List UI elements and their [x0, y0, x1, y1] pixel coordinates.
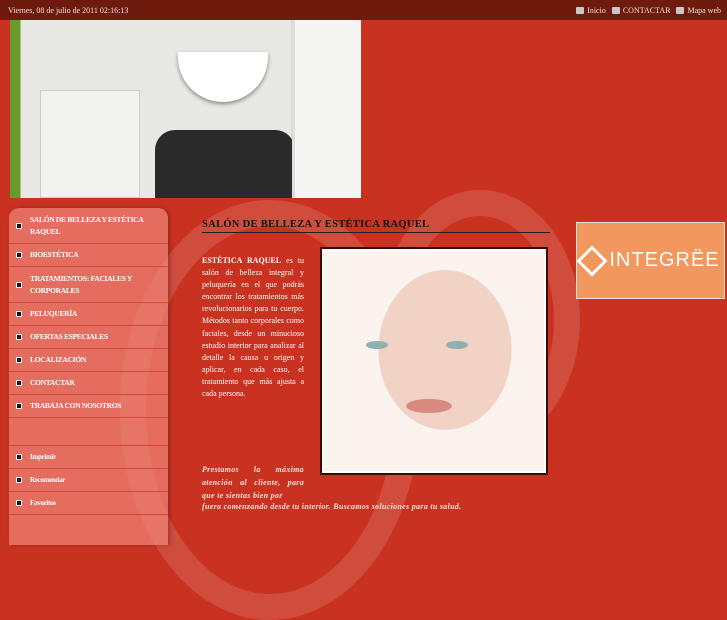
sitemap-link[interactable]: Mapa web	[676, 6, 721, 15]
home-icon	[576, 6, 585, 14]
bullet-icon	[16, 403, 22, 409]
favorites-link[interactable]: Favoritos	[9, 492, 168, 515]
slogan-text-continued: fuera comenzando desde tu interior. Busc…	[202, 502, 462, 511]
integree-banner[interactable]: INTEGRËE	[576, 222, 725, 299]
menu-item-bioestetica[interactable]: BIOESTÉTICA	[9, 244, 168, 267]
bullet-icon	[16, 454, 22, 460]
bullet-icon	[16, 477, 22, 483]
menu-item-salon[interactable]: SALÓN DE BELLEZA Y ESTÉTICA RAQUEL	[9, 208, 168, 244]
menu-item-tratamientos[interactable]: TRATAMIENTOS: FACIALES Y CORPORALES	[9, 267, 168, 303]
recommend-link[interactable]: Recomendar	[9, 469, 168, 492]
sidebar-menu: SALÓN DE BELLEZA Y ESTÉTICA RAQUEL BIOES…	[9, 208, 168, 545]
portrait-image	[320, 247, 548, 475]
date-time: Viernes, 08 de julio de 2011 02:16:13	[8, 5, 129, 15]
menu-item-localizacion[interactable]: LOCALIZACIÓN	[9, 349, 168, 372]
print-link[interactable]: Imprimir	[9, 446, 168, 469]
intro-body: es tu salón de belleza integral y peluqu…	[202, 256, 304, 399]
menu-item-contactar[interactable]: CONTACTAR	[9, 372, 168, 395]
top-bar: Viernes, 08 de julio de 2011 02:16:13 In…	[0, 0, 727, 20]
bullet-icon	[16, 500, 22, 506]
intro-text: ESTÉTICA RAQUEL es tu salón de belleza i…	[202, 255, 304, 400]
salon-photo	[10, 20, 361, 198]
page-title: SALÓN DE BELLEZA Y ESTÉTICA RAQUEL	[202, 219, 550, 233]
menu-divider	[9, 418, 168, 446]
integree-logo-icon	[576, 244, 608, 277]
menu-item-ofertas[interactable]: OFERTAS ESPECIALES	[9, 326, 168, 349]
sitemap-icon	[676, 6, 685, 14]
bullet-icon	[16, 380, 22, 386]
home-link[interactable]: Inicio	[576, 6, 606, 15]
mail-icon	[611, 6, 620, 14]
menu-item-trabaja[interactable]: TRABAJA CON NOSOTROS	[9, 395, 168, 418]
bullet-icon	[16, 222, 22, 229]
bullet-icon	[16, 281, 22, 288]
bullet-icon	[16, 311, 22, 317]
bullet-icon	[16, 334, 22, 340]
integree-logo-text: INTEGRËE	[609, 249, 720, 271]
slogan-text: Prestamos la máxima atención al cliente,…	[202, 465, 304, 500]
intro-bold: ESTÉTICA RAQUEL	[202, 256, 282, 265]
bullet-icon	[16, 357, 22, 363]
menu-item-peluqueria[interactable]: PELUQUERÍA	[9, 303, 168, 326]
contact-link[interactable]: CONTACTAR	[611, 6, 670, 15]
bullet-icon	[16, 252, 22, 258]
